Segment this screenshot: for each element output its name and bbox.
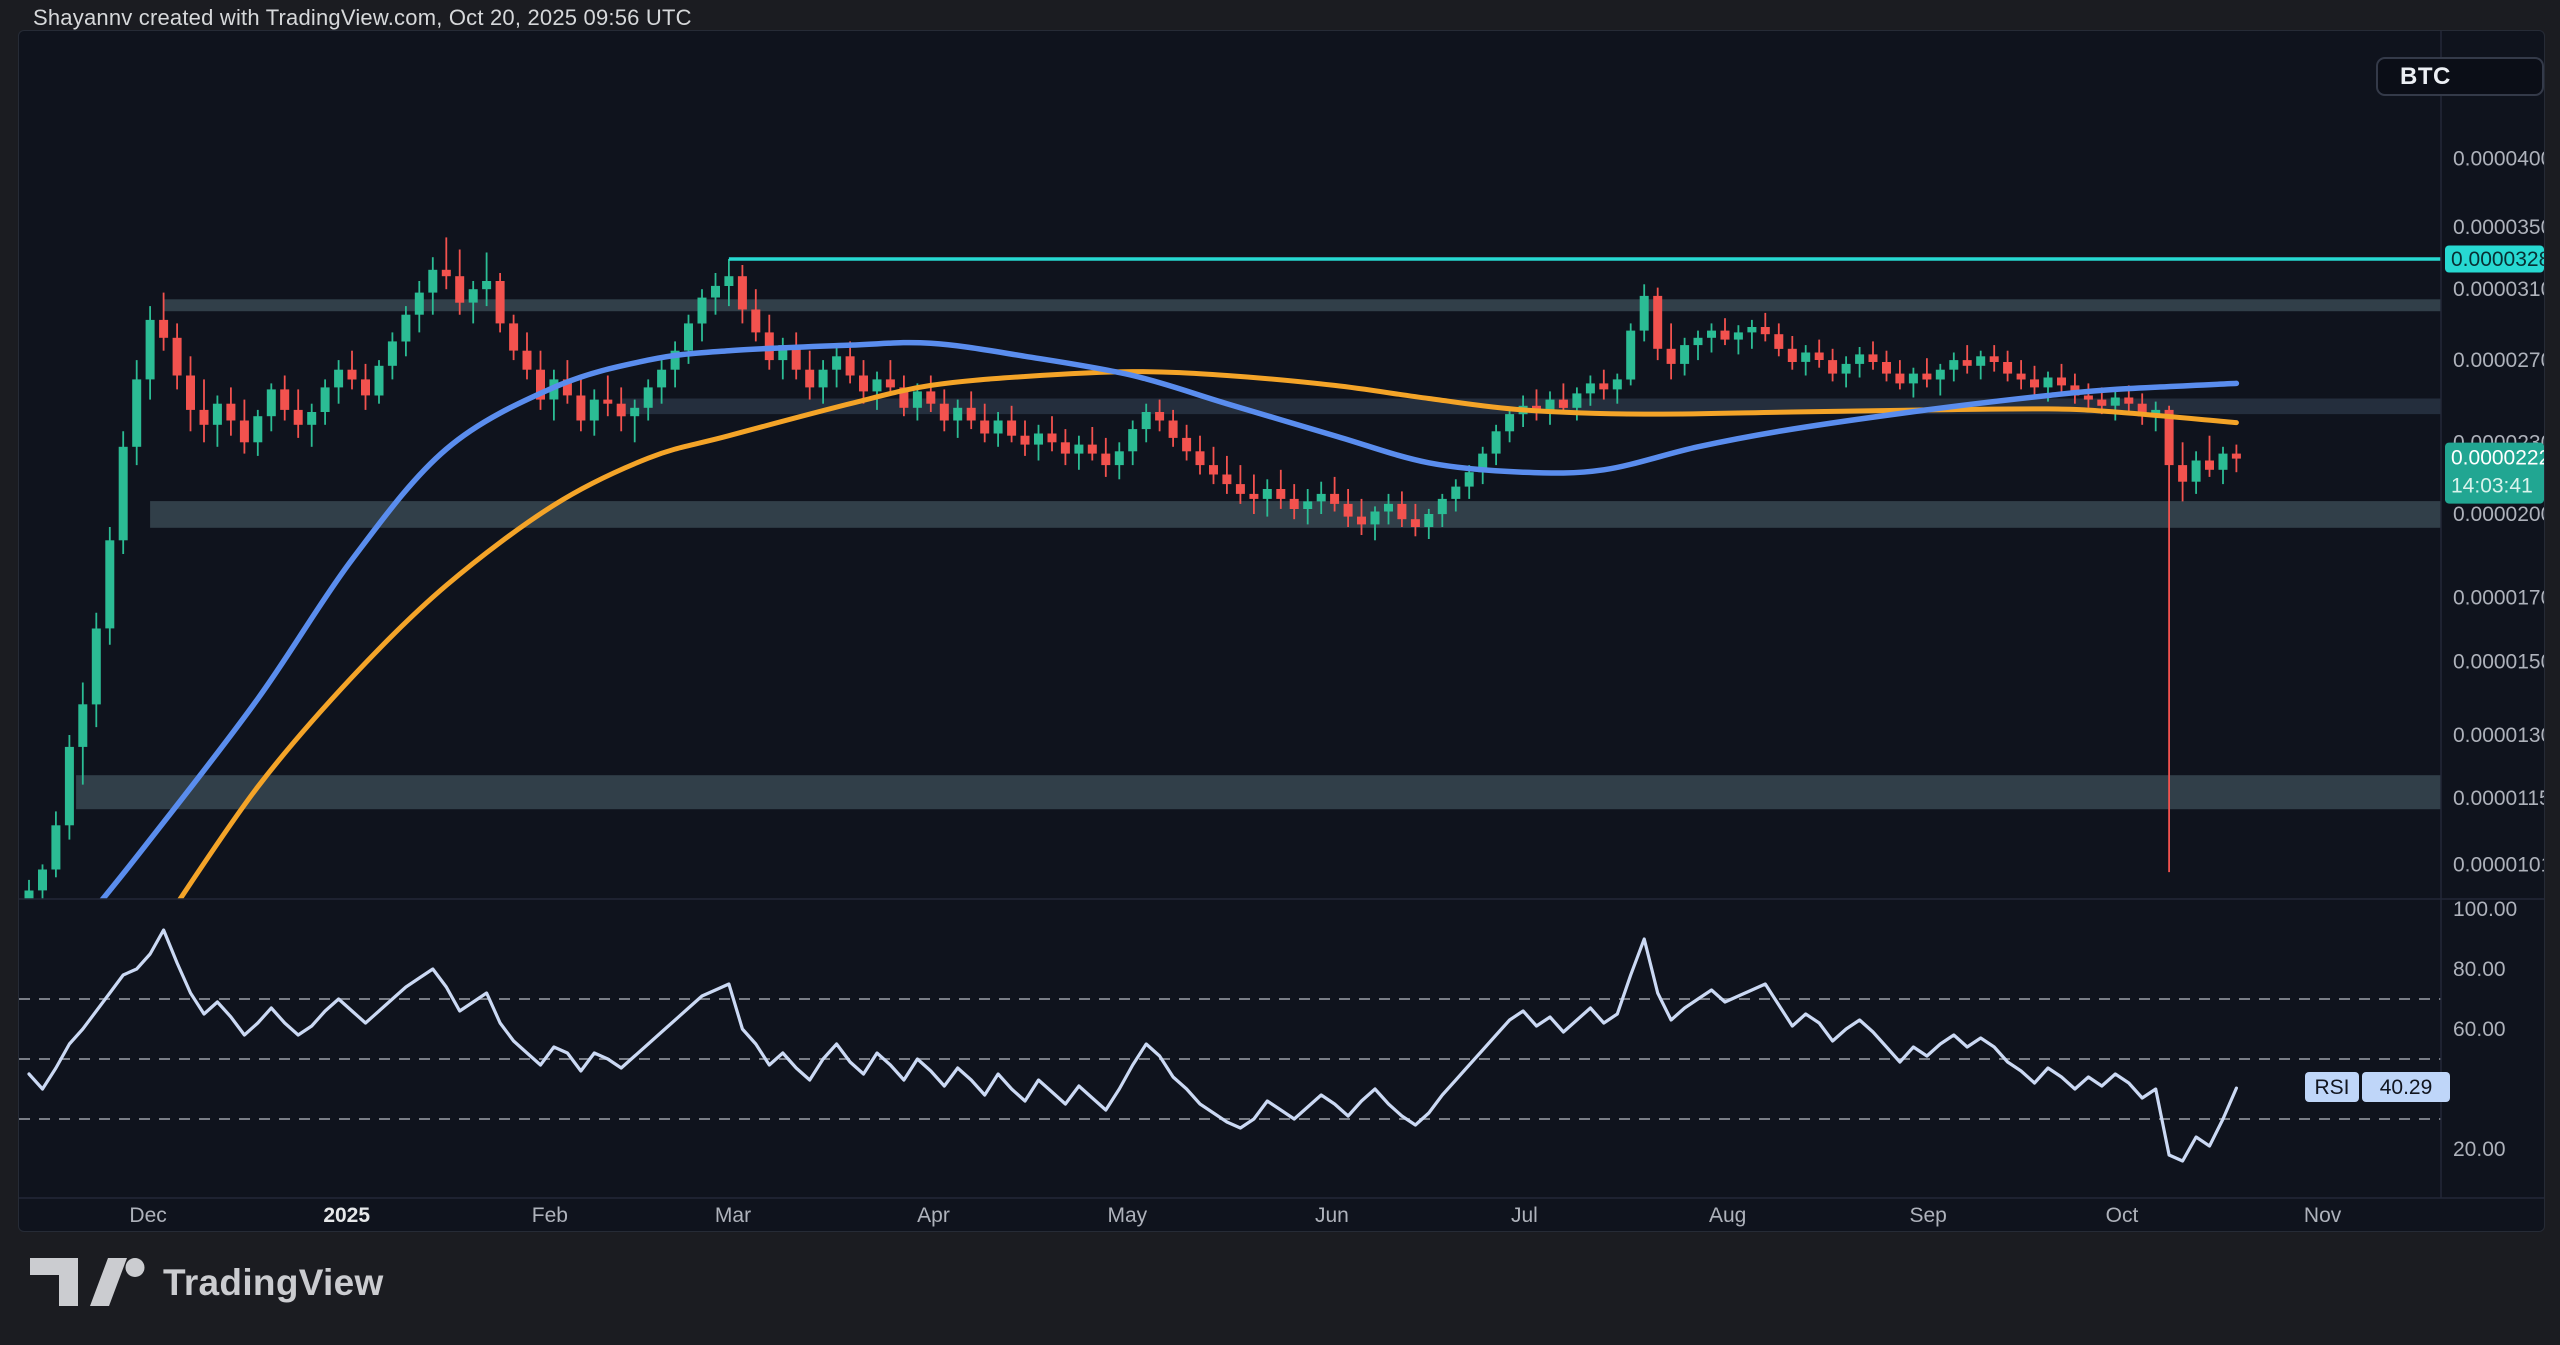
svg-text:May: May [1107, 1204, 1147, 1227]
tradingview-wordmark: TradingView [163, 1262, 384, 1304]
svg-text:0.00003100: 0.00003100 [2453, 278, 2545, 301]
symbol-badge[interactable]: BTC [2376, 57, 2544, 96]
svg-text:14:03:41: 14:03:41 [2451, 475, 2533, 498]
svg-text:RSI: RSI [2314, 1076, 2349, 1099]
svg-text:0.00001010: 0.00001010 [2453, 853, 2545, 876]
svg-text:2025: 2025 [323, 1204, 370, 1227]
svg-text:Dec: Dec [129, 1204, 166, 1227]
svg-text:100.00: 100.00 [2453, 898, 2517, 921]
svg-text:Apr: Apr [917, 1204, 950, 1227]
svg-text:0.00004000: 0.00004000 [2453, 148, 2545, 171]
svg-text:0.00001150: 0.00001150 [2453, 787, 2545, 810]
svg-text:Feb: Feb [532, 1204, 568, 1227]
zone-support-1150 [76, 775, 2441, 809]
svg-text:0.00001500: 0.00001500 [2453, 651, 2545, 674]
zone-resistance-3000 [164, 299, 2441, 311]
price-panel[interactable] [25, 237, 2447, 923]
chart-attribution: Shayannv created with TradingView.com, O… [33, 5, 692, 31]
rsi-panel[interactable] [19, 930, 2441, 1161]
svg-text:Jun: Jun [1315, 1204, 1349, 1227]
rsi-line [29, 930, 2236, 1161]
chart-container: 0.00004000 0.00003500 0.00003100 0.00002700… [18, 30, 2545, 1232]
svg-text:60.00: 60.00 [2453, 1018, 2506, 1041]
svg-text:0.00002228: 0.00002228 [2451, 447, 2545, 470]
svg-text:Oct: Oct [2106, 1204, 2139, 1227]
footer: TradingView [0, 1232, 2560, 1345]
tradingview-logo-icon [30, 1258, 145, 1308]
svg-text:Jul: Jul [1511, 1204, 1538, 1227]
svg-text:0.00002700: 0.00002700 [2453, 349, 2545, 372]
tradingview-logo[interactable]: TradingView [30, 1258, 384, 1308]
svg-text:Mar: Mar [715, 1204, 751, 1227]
svg-text:Nov: Nov [2304, 1204, 2342, 1227]
svg-text:0.00003288: 0.00003288 [2451, 248, 2545, 271]
time-axis[interactable]: Dec 2025 Feb Mar Apr May Jun Jul Aug Sep Oct Nov [129, 1204, 2341, 1227]
svg-text:Aug: Aug [1709, 1204, 1746, 1227]
level-price-label: 0.00003288 [2445, 246, 2545, 273]
svg-text:80.00: 80.00 [2453, 958, 2506, 981]
price-chart-canvas[interactable]: 0.00004000 0.00003500 0.00003100 0.00002700… [19, 31, 2545, 1232]
svg-text:Sep: Sep [1910, 1204, 1947, 1227]
svg-text:0.00002000: 0.00002000 [2453, 503, 2545, 526]
last-price-label: 0.00002228 14:03:41 [2445, 443, 2545, 504]
svg-text:0.00003500: 0.00003500 [2453, 216, 2545, 239]
rsi-axis[interactable]: 100.00 80.00 60.00 20.00 [2453, 898, 2517, 1161]
svg-text:0.00001300: 0.00001300 [2453, 724, 2545, 747]
svg-text:20.00: 20.00 [2453, 1138, 2506, 1161]
rsi-value-badge: RSI 40.29 [2305, 1072, 2450, 1102]
tradingview-published-chart: Shayannv created with TradingView.com, O… [0, 0, 2560, 1345]
svg-text:0.00001700: 0.00001700 [2453, 586, 2545, 609]
svg-text:40.29: 40.29 [2380, 1076, 2433, 1099]
